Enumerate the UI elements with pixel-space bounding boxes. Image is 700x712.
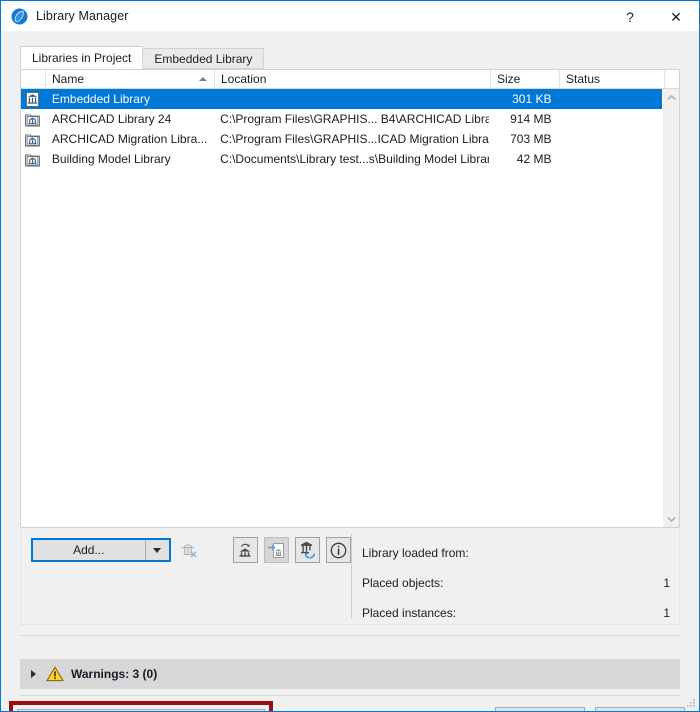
embedded-library-icon: [25, 91, 40, 107]
tab-label: Libraries in Project: [32, 50, 132, 65]
linked-library-folder-icon: [25, 114, 40, 127]
add-dropdown-button[interactable]: [145, 540, 169, 560]
row-size: 301 KB: [512, 92, 552, 106]
column-header-status[interactable]: Status: [560, 70, 665, 88]
column-header-label: Size: [497, 72, 521, 86]
row-location: C:\Program Files\GRAPHIS... B4\ARCHICAD …: [220, 112, 489, 126]
row-size: 914 MB: [510, 112, 552, 126]
warnings-label: Warnings: 3 (0): [71, 667, 158, 681]
title-bar: Library Manager ? ✕: [1, 0, 699, 31]
row-size: 42 MB: [516, 152, 552, 166]
tab-libraries-in-project[interactable]: Libraries in Project: [20, 46, 144, 69]
chevron-right-icon: [30, 670, 36, 678]
tab-label: Embedded Library: [154, 51, 253, 66]
library-list-panel: Name Location Size Status Embedded Libra…: [20, 69, 680, 528]
table-row[interactable]: Building Model Library C:\Documents\Libr…: [21, 149, 662, 169]
column-header-name[interactable]: Name: [46, 70, 215, 88]
dialog-client-area: Libraries in Project Embedded Library Na…: [1, 31, 699, 711]
embed-library-icon: [239, 543, 251, 557]
remove-library-button[interactable]: [177, 537, 202, 563]
row-icon-cell: [21, 91, 46, 107]
resize-grip-icon[interactable]: [686, 698, 696, 708]
add-button[interactable]: Add...: [33, 540, 146, 560]
close-button[interactable]: ✕: [653, 1, 699, 32]
info-label: Library loaded from:: [362, 546, 469, 560]
column-header-label: Status: [566, 72, 601, 86]
column-header-label: Name: [52, 72, 85, 86]
reload-library-icon: [300, 541, 315, 558]
scroll-up-button[interactable]: [663, 89, 680, 106]
row-icon-cell: [21, 152, 46, 167]
embed-library-button[interactable]: [232, 537, 258, 563]
list-header-row: Name Location Size Status: [21, 70, 679, 89]
window-title: Library Manager: [36, 9, 129, 23]
row-name: Embedded Library: [51, 92, 150, 106]
table-row[interactable]: ARCHICAD Library 24 C:\Program Files\GRA…: [21, 109, 662, 129]
panel-divider: [351, 534, 352, 619]
info-value: 1: [663, 576, 670, 590]
info-icon: [330, 542, 347, 558]
chevron-up-icon: [667, 94, 676, 100]
tab-embedded-library[interactable]: Embedded Library: [142, 48, 265, 69]
info-label: Placed objects:: [362, 576, 444, 590]
library-rows-area: Embedded Library 301 KB ARCHICAD Library…: [21, 89, 679, 527]
info-value: 1: [663, 606, 670, 620]
library-actions-panel: Add... Library loaded from: Placed objec…: [20, 528, 680, 625]
close-icon: ✕: [670, 8, 682, 25]
sort-ascending-icon: [199, 77, 207, 81]
help-icon: ?: [626, 8, 634, 25]
chevron-down-icon: [667, 516, 676, 522]
reload-library-button[interactable]: [294, 537, 320, 563]
scroll-down-button[interactable]: [663, 510, 680, 527]
cancel-button[interactable]: Cancel: [495, 707, 585, 711]
add-library-split-button[interactable]: Add...: [31, 538, 171, 562]
chevron-down-icon: [153, 547, 162, 553]
column-header-label: Location: [221, 72, 267, 86]
linked-library-folder-icon: [25, 134, 40, 147]
library-manager-dialog: Library Manager ? ✕ Libraries in Project…: [0, 0, 700, 712]
info-label: Placed instances:: [362, 606, 457, 620]
library-rows: Embedded Library 301 KB ARCHICAD Library…: [21, 89, 662, 169]
ok-button[interactable]: OK: [595, 707, 685, 711]
warning-triangle-icon: [46, 666, 64, 682]
info-row-library-loaded-from: Library loaded from:: [362, 538, 672, 568]
list-vertical-scrollbar[interactable]: [662, 89, 679, 527]
linked-library-folder-icon: [25, 154, 40, 167]
row-location: C:\Program Files\GRAPHIS...ICAD Migratio…: [220, 132, 489, 146]
separator-bottom: [20, 695, 680, 696]
separator-top: [20, 635, 680, 636]
add-to-embedded-library-button[interactable]: [263, 537, 289, 563]
library-info-button[interactable]: [325, 537, 351, 563]
remove-library-icon: [180, 543, 197, 558]
column-header-location[interactable]: Location: [215, 70, 491, 88]
column-header-filler: [665, 70, 679, 88]
warnings-bar[interactable]: Warnings: 3 (0): [20, 659, 680, 689]
row-size: 703 MB: [510, 132, 552, 146]
column-header-size[interactable]: Size: [491, 70, 560, 88]
warnings-expander-button[interactable]: [20, 670, 46, 678]
row-icon-cell: [21, 112, 46, 127]
tab-strip: Libraries in Project Embedded Library: [20, 46, 265, 69]
row-location: C:\Documents\Library test...s\Building M…: [220, 152, 489, 166]
archicad-logo-icon: [11, 8, 28, 24]
info-row-placed-objects: Placed objects: 1: [362, 568, 672, 598]
add-to-embedded-library-icon: [267, 542, 284, 558]
row-name: ARCHICAD Library 24: [51, 112, 172, 126]
library-toolbar: Add...: [21, 534, 351, 566]
info-row-placed-instances: Placed instances: 1: [362, 598, 672, 628]
row-icon-cell: [21, 132, 46, 147]
table-row[interactable]: ARCHICAD Migration Libra... C:\Program F…: [21, 129, 662, 149]
table-row[interactable]: Embedded Library 301 KB: [21, 89, 662, 109]
help-button[interactable]: ?: [607, 1, 653, 32]
library-info-panel: Library loaded from: Placed objects: 1 P…: [362, 538, 672, 628]
row-name: ARCHICAD Migration Libra...: [51, 132, 208, 146]
row-name: Building Model Library: [51, 152, 171, 166]
column-header-icon: [21, 70, 46, 88]
